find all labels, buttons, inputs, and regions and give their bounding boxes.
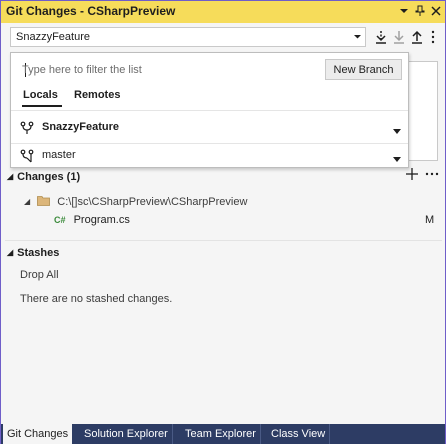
new-branch-button[interactable]: New Branch (325, 59, 402, 80)
folder-icon (37, 196, 51, 206)
collapse-triangle-icon: ◢ (24, 197, 31, 206)
divider (5, 240, 442, 241)
push-button[interactable] (409, 28, 425, 46)
more-actions-button[interactable] (424, 169, 440, 182)
branch-icon (20, 149, 34, 166)
tab-git-changes[interactable]: Git Changes (3, 424, 73, 444)
tab-class-view[interactable]: Class View (267, 424, 331, 444)
tab-team-explorer[interactable]: Team Explorer (181, 424, 261, 444)
file-name: Program.cs (73, 214, 130, 226)
stashes-section-header[interactable]: ◢ Stashes (7, 247, 59, 261)
branch-selector-value: SnazzyFeature (16, 31, 90, 43)
repo-path-label: C:\[]sc\CSharpPreview\CSharpPreview (57, 196, 248, 208)
branch-picker-dropdown: New Branch Locals Remotes SnazzyFeature (10, 52, 409, 168)
collapse-triangle-icon: ◢ (7, 248, 14, 257)
pin-icon (415, 5, 425, 16)
more-options-icon (431, 30, 435, 44)
active-tab-indicator (22, 105, 62, 107)
pull-icon (394, 31, 404, 44)
branch-item-master[interactable]: master (11, 145, 408, 167)
repo-path-node[interactable]: ◢ C:\[]sc\CSharpPreview\CSharpPreview (24, 195, 247, 209)
tab-solution-explorer[interactable]: Solution Explorer (80, 424, 173, 444)
branch-filter-input[interactable] (22, 60, 317, 80)
branch-icon (20, 121, 34, 138)
csharp-file-icon: C# (54, 215, 66, 225)
plus-icon (406, 168, 418, 180)
changes-header-label: Changes (1) (17, 171, 81, 183)
stashes-empty-message: There are no stashed changes. (20, 293, 173, 305)
window-title: Git Changes - CSharpPreview (6, 4, 176, 18)
bottom-tab-strip: Git Changes Solution Explorer Team Explo… (1, 424, 445, 444)
pull-button[interactable] (391, 28, 407, 46)
branch-name: SnazzyFeature (42, 121, 120, 133)
fetch-icon (376, 31, 386, 44)
file-item-program-cs[interactable]: C# Program.cs (54, 214, 130, 228)
branch-item-snazzyfeature[interactable]: SnazzyFeature (11, 117, 408, 139)
pin-button[interactable] (413, 4, 427, 18)
branch-menu-arrow-icon[interactable] (393, 154, 401, 166)
tab-locals[interactable]: Locals (23, 89, 58, 105)
divider (11, 110, 408, 111)
push-icon (412, 30, 422, 44)
branch-name: master (42, 149, 76, 161)
more-options-icon (425, 172, 439, 176)
changes-section-header[interactable]: ◢ Changes (1) (7, 171, 80, 185)
sync-menu-button[interactable] (425, 28, 441, 46)
fetch-button[interactable] (373, 28, 389, 46)
tab-remotes[interactable]: Remotes (74, 89, 120, 105)
chevron-down-icon (353, 32, 362, 44)
window-options-button[interactable] (397, 4, 411, 18)
drop-all-link[interactable]: Drop All (20, 269, 59, 281)
branch-selector[interactable]: SnazzyFeature (10, 27, 366, 47)
close-icon (431, 6, 441, 16)
stashes-header-label: Stashes (17, 247, 60, 259)
close-button[interactable] (429, 4, 443, 18)
title-bar: Git Changes - CSharpPreview (1, 1, 445, 23)
chevron-down-icon (400, 9, 408, 13)
branch-menu-arrow-icon[interactable] (393, 126, 401, 138)
divider (11, 143, 408, 144)
file-status-badge: M (425, 214, 435, 226)
stage-all-button[interactable] (405, 167, 419, 184)
tool-window: Git Changes - CSharpPreview SnazzyFeatur… (0, 0, 446, 444)
collapse-triangle-icon: ◢ (7, 172, 14, 181)
